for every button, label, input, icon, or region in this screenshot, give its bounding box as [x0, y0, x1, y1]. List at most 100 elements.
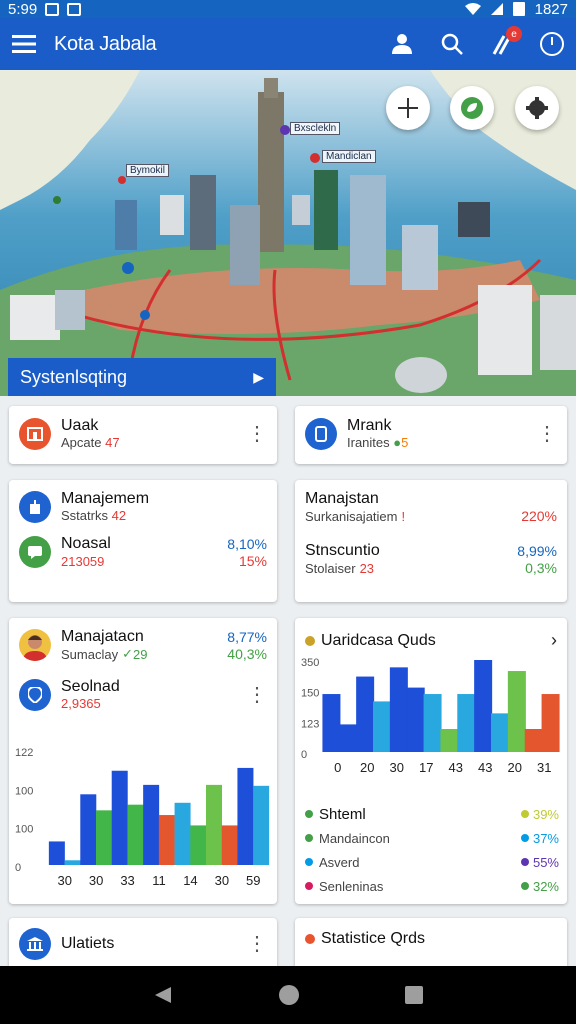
y-tick-label: 0 [301, 749, 307, 761]
manajstan-card[interactable]: Manajstan Surkanisajatiem! 220% Stnscunti… [295, 480, 567, 602]
card-subtitle: Apcate [61, 435, 102, 450]
chart-bar[interactable] [221, 825, 238, 865]
chart-bar[interactable] [423, 694, 442, 752]
chart-bar[interactable] [111, 770, 128, 865]
legend-item: Mandaincon 37% [305, 826, 559, 850]
chart-value: 2,9365 [61, 696, 101, 711]
search-button[interactable] [438, 30, 466, 58]
history-button[interactable] [538, 30, 566, 58]
chart-bar[interactable] [158, 815, 175, 865]
more-options-icon[interactable]: ⋮ [537, 424, 557, 444]
mrank-card[interactable]: Mrank Iranites ●5 ⋮ [295, 406, 567, 464]
more-options-icon[interactable]: ⋮ [247, 934, 267, 954]
row-value: 213059 [61, 553, 105, 569]
recents-icon[interactable] [405, 986, 424, 1004]
map-label[interactable]: Mandiclan [322, 150, 376, 163]
add-button[interactable] [386, 86, 430, 130]
status-bar: 5:99 1827 [0, 0, 576, 18]
card-title: Manajstan [305, 490, 379, 507]
card-title: Ulatiets [61, 935, 115, 952]
settings-banner[interactable]: Systenlsqting ▶ [8, 358, 276, 396]
search-icon [441, 33, 463, 55]
card-value: 29 [132, 646, 148, 662]
card-subtitle: Surkanisajatiem [305, 508, 398, 524]
legend-label: Asverd [319, 854, 360, 870]
notification-icon [45, 2, 60, 16]
legend-dot-icon [305, 810, 313, 818]
manajatacn-card[interactable]: Manajatacn 8,77% Sumaclay ✓ 29 40,3% Seolnad… [9, 618, 277, 904]
chart-bar[interactable] [127, 804, 144, 865]
leaf-chat-icon [461, 97, 483, 119]
uaak-card[interactable]: Uaak Apcate 47 ⋮ [9, 406, 277, 464]
eco-button[interactable] [450, 86, 494, 130]
home-icon[interactable] [278, 984, 300, 1006]
row-title: Noasal [61, 535, 111, 552]
y-tick-label: 350 [301, 657, 319, 669]
card-value: 5 [401, 435, 409, 450]
chart-bar[interactable] [48, 841, 65, 865]
uaridcasa-bar-chart: 350 150 123 0 0 20 30 17 43 43 20 31 [301, 657, 560, 775]
chart-bar[interactable] [474, 660, 493, 752]
map-label[interactable]: Bxsclekln [290, 122, 341, 135]
chart-bar[interactable] [64, 860, 81, 865]
chevron-right-icon: ▶ [253, 368, 264, 385]
card-title: Manajatacn [61, 628, 144, 645]
chart-bar[interactable] [253, 785, 270, 865]
banner-label: Systenlsqting [20, 366, 128, 387]
more-options-icon[interactable]: ⋮ [247, 685, 267, 705]
card-title: Statistice Qrds [321, 930, 426, 947]
legend-item: Senleninas 32% [305, 874, 559, 898]
x-tick-label: 14 [183, 873, 197, 888]
y-tick-label: 100 [15, 785, 33, 797]
clock-icon [540, 32, 564, 56]
more-options-icon[interactable]: ⋮ [247, 424, 267, 444]
settings-button[interactable] [515, 86, 559, 130]
system-nav-bar [0, 966, 576, 1024]
x-tick-label: 30 [215, 873, 229, 888]
row-sub-percent: 15% [238, 553, 267, 569]
menu-button[interactable] [10, 30, 38, 58]
chart-bar[interactable] [457, 694, 476, 752]
chart-bar[interactable] [389, 667, 408, 752]
chart-bar[interactable] [373, 701, 391, 752]
chart-bar[interactable] [80, 794, 97, 865]
uaridcasa-card[interactable]: Uaridcasa Quds › 350 150 123 0 0 20 30 17 43 43 20… [295, 618, 567, 904]
chart-bar[interactable] [206, 784, 222, 865]
card-subtitle: Iranites [347, 435, 390, 450]
x-tick-label: 11 [152, 873, 166, 888]
row-title: Stnscuntio [305, 542, 380, 559]
chart-bar[interactable] [143, 784, 160, 865]
x-tick-label: 30 [89, 873, 103, 888]
legend-percent: 55% [532, 854, 559, 870]
chart-bar[interactable] [507, 671, 526, 752]
card-title: Manajemem [61, 490, 150, 507]
chart-bar[interactable] [406, 687, 425, 752]
chart-bar[interactable] [190, 825, 207, 865]
profile-button[interactable] [388, 30, 416, 58]
chart-bar[interactable] [524, 729, 543, 752]
chart-bar[interactable] [96, 810, 112, 865]
y-tick-label: 100 [15, 824, 33, 836]
manajemem-card[interactable]: Manajemem Sstatrks 42 Noasal 8,10% 213059… [9, 480, 277, 602]
chart-bar[interactable] [356, 676, 375, 752]
x-tick-label: 59 [246, 873, 260, 888]
card-value: ! [401, 508, 406, 524]
x-tick-label: 17 [419, 760, 433, 775]
chart-bar[interactable] [491, 713, 509, 752]
map-label[interactable]: Bymokil [126, 164, 170, 177]
card-percent: 220% [521, 508, 557, 524]
chart-bar[interactable] [339, 724, 358, 752]
notifications-button[interactable]: e [488, 26, 522, 58]
city-map[interactable]: Bxsclekln Mandiclan Bymokil Systenlsqtin… [0, 70, 576, 396]
x-tick-label: 0 [334, 760, 341, 775]
chart-bar[interactable] [237, 767, 254, 865]
chart-bar[interactable] [541, 694, 560, 752]
chart-bar[interactable] [322, 694, 341, 752]
back-icon[interactable] [153, 985, 173, 1005]
legend-percent: 32% [532, 878, 559, 894]
cart-icon [19, 417, 51, 450]
x-tick-label: 30 [390, 760, 404, 775]
chart-bar[interactable] [174, 802, 191, 865]
chart-bar[interactable] [440, 729, 459, 752]
wifi-icon [464, 3, 481, 15]
